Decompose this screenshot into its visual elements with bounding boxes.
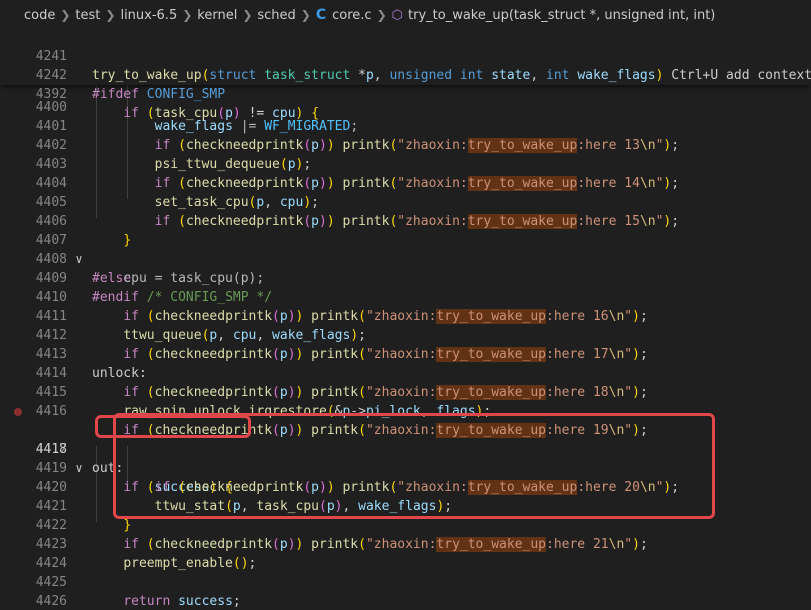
breadcrumb-file[interactable]: core.c <box>332 8 371 23</box>
code-line[interactable]: 4409 #endif /* CONFIG_SMP */ <box>0 250 811 305</box>
code-line[interactable]: 4403 if (checkneedprintk(p)) printk("zha… <box>0 136 811 191</box>
breadcrumb-item-kernel[interactable]: kernel <box>197 8 237 23</box>
code-line[interactable]: 4410 if (checkneedprintk(p)) printk("zha… <box>0 269 811 324</box>
chevron-right-icon: ❯ <box>242 8 253 22</box>
code-line[interactable]: 4407 ∨ #else <box>0 212 811 286</box>
code-line[interactable]: 4426 } <box>0 573 811 609</box>
code-line[interactable]: 4404 set_task_cpu(p, cpu); <box>0 155 811 210</box>
code-line[interactable]: 4406 } <box>0 193 811 248</box>
breadcrumb-item-test[interactable]: test <box>75 8 100 23</box>
symbol-method-icon: ⬡ <box>391 7 404 23</box>
breadcrumb-item-sched[interactable]: sched <box>257 8 295 23</box>
code-text: #ifdef CONFIG_SMP <box>92 87 226 102</box>
code-text: if (task_cpu(p) != cpu) { <box>123 106 320 121</box>
code-line[interactable]: 4423 preempt_enable(); <box>0 516 811 571</box>
breadcrumb-item-code[interactable]: code <box>24 8 55 23</box>
chevron-right-icon: ❯ <box>182 8 193 22</box>
breadcrumb: code ❯ test ❯ linux-6.5 ❯ kernel ❯ sched… <box>0 0 811 30</box>
sticky-line-ifdef[interactable]: 4242 #ifdef CONFIG_SMP <box>0 47 811 102</box>
c-file-icon: C <box>315 7 327 23</box>
code-line[interactable]: 4415 raw_spin_unlock_irqrestore(&p->pi_l… <box>0 364 811 419</box>
code-line[interactable]: 4427 <box>0 592 811 610</box>
code-line[interactable]: 4417 out: <box>0 402 811 476</box>
breakpoint-icon[interactable] <box>14 408 22 416</box>
code-line[interactable]: 4418 ∨ if (success) { <box>0 421 811 495</box>
breadcrumb-item-linux[interactable]: linux-6.5 <box>120 8 177 23</box>
breadcrumb-symbol[interactable]: try_to_wake_up(task_struct *, unsigned i… <box>408 8 715 23</box>
code-line[interactable]: 4425 return success; <box>0 554 811 609</box>
code-line[interactable]: 4411 ttwu_queue(p, cpu, wake_flags); <box>0 288 811 343</box>
chevron-right-icon: ❯ <box>60 8 71 22</box>
code-line[interactable]: 4414 if (checkneedprintk(p)) printk("zha… <box>0 345 811 400</box>
sticky-line-function[interactable]: 4241 try_to_wake_up(struct task_struct *… <box>0 28 811 83</box>
code-line[interactable]: 4413 unlock: <box>0 326 811 381</box>
code-editor[interactable]: 4400 wake_flags |= WF_MIGRATED; 4401 if … <box>0 85 811 610</box>
chevron-right-icon: ❯ <box>300 8 311 22</box>
code-line[interactable]: 4416 if (checkneedprintk(p)) printk("zha… <box>0 383 811 438</box>
code-line[interactable]: 4421 } <box>0 478 811 533</box>
chevron-right-icon: ❯ <box>105 8 116 22</box>
code-line[interactable]: 4419 if (checkneedprintk(p)) printk("zha… <box>0 440 811 495</box>
code-line[interactable]: 4405 if (checkneedprintk(p)) printk("zha… <box>0 174 811 229</box>
code-line[interactable]: 4424 <box>0 535 811 571</box>
sticky-line-if[interactable]: 4392 if (task_cpu(p) != cpu) { <box>0 66 811 121</box>
line-number: 4392 <box>35 87 67 102</box>
code-line[interactable]: 4408 cpu = task_cpu(p); <box>0 231 811 286</box>
code-line[interactable]: 4412 if (checkneedprintk(p)) printk("zha… <box>0 307 811 362</box>
code-line[interactable]: 4420 ttwu_stat(p, task_cpu(p), wake_flag… <box>0 459 811 514</box>
chevron-right-icon: ❯ <box>376 8 387 22</box>
code-line[interactable]: 4422 if (checkneedprintk(p)) printk("zha… <box>0 497 811 552</box>
sticky-scroll-header[interactable]: 4241 try_to_wake_up(struct task_struct *… <box>0 28 811 121</box>
